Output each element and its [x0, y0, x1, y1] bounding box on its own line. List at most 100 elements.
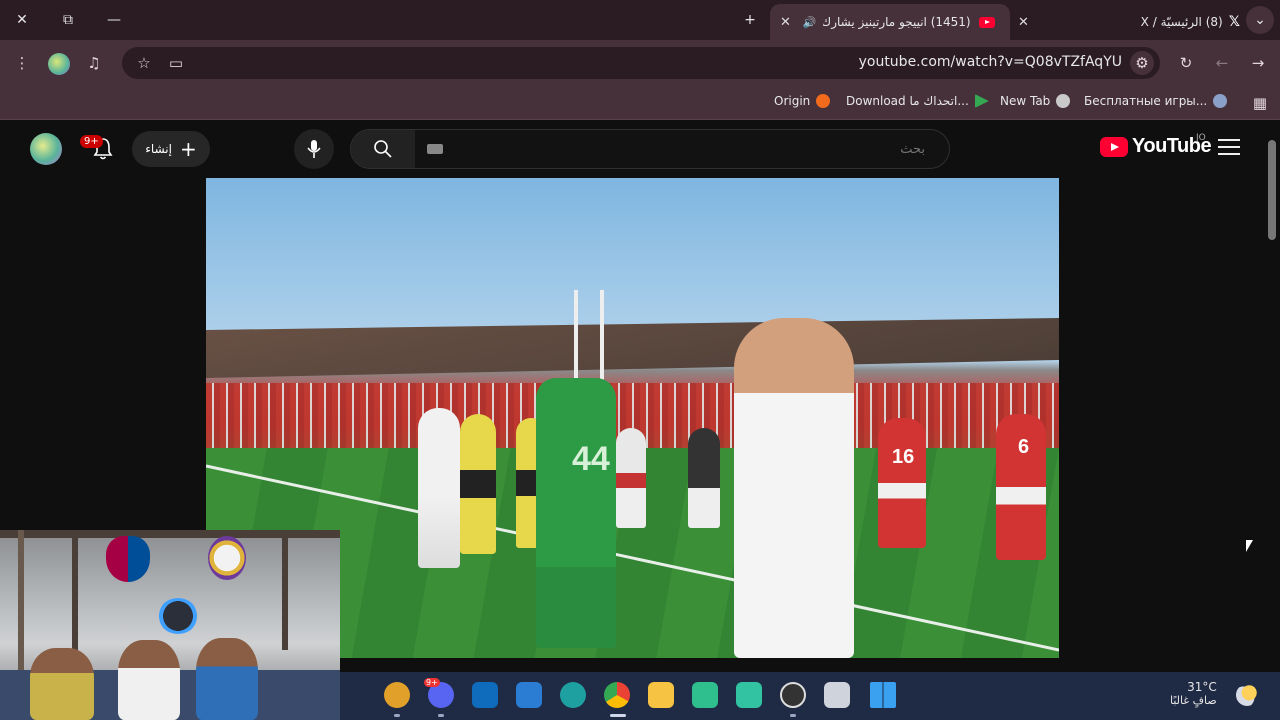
bookmark-origin[interactable]: Origin — [774, 94, 831, 108]
youtube-favicon-icon — [978, 16, 995, 28]
jersey-number: 44 — [572, 440, 610, 478]
task-view-icon[interactable] — [824, 682, 850, 708]
tab-x[interactable]: ✕ (8) الرئيسيّة / X 𝕏 — [1010, 4, 1240, 40]
chrome-canary-icon[interactable] — [384, 682, 410, 708]
search-box — [350, 129, 950, 169]
bookmark-label: New Tab — [1000, 94, 1051, 108]
windows-taskbar: 9+ — [340, 672, 1280, 720]
scrollbar-thumb[interactable] — [1268, 140, 1276, 240]
play-store-icon — [974, 94, 989, 108]
bookmark-download[interactable]: Download اتحداك ما... — [846, 94, 989, 108]
youtube-play-icon — [1100, 136, 1128, 157]
media-control-icon[interactable]: ♫ — [82, 51, 106, 75]
channel-logo-icon — [158, 598, 198, 634]
tab-title: (1451) انييجو مارتينيز يشارك — [822, 15, 971, 29]
filmora-icon[interactable] — [692, 682, 718, 708]
browser-title-bar: ✕ ⧉ — + ✕ 🔊 (1451) انييجو مارتينيز يشارك… — [0, 0, 1280, 40]
microphone-icon — [307, 140, 321, 158]
create-button[interactable]: إنشاء + — [132, 131, 210, 167]
mouse-cursor-icon — [1246, 540, 1253, 552]
gear-icon — [1213, 94, 1228, 108]
jersey-number: 6 — [1018, 436, 1030, 458]
account-avatar[interactable] — [30, 133, 62, 165]
omnibox[interactable]: ☆ ▭ youtube.com/watch?v=Q08vTZfAqYU ⚙ — [122, 47, 1160, 79]
bookmarks-bar: Origin Download اتحداك ما... New Tab Бес… — [0, 86, 1280, 120]
partly-sunny-icon — [1236, 684, 1258, 706]
bookmark-label: Бесплатные игры... — [1084, 94, 1208, 108]
audio-playing-icon[interactable]: 🔊 — [803, 16, 817, 29]
cast-icon[interactable]: ▭ — [164, 51, 188, 75]
site-settings-icon[interactable]: ⚙ — [1130, 51, 1154, 75]
real-madrid-crest-icon — [208, 536, 246, 580]
player-red-16 — [878, 418, 926, 548]
browser-toolbar: ⋮ ♫ ☆ ▭ youtube.com/watch?v=Q08vTZfAqYU … — [0, 40, 1280, 86]
shelf — [282, 530, 288, 650]
bookmark-free-games[interactable]: Бесплатные игры... — [1084, 94, 1228, 108]
running-indicator — [438, 714, 444, 717]
active-indicator — [610, 714, 626, 717]
search-icon — [374, 140, 392, 158]
country-code: JO — [1196, 133, 1206, 143]
globe-icon — [1056, 94, 1071, 108]
youtube-header: 9+ إنشاء + YouTube JO — [0, 121, 1266, 177]
chrome-icon[interactable] — [604, 682, 630, 708]
bookmark-new-tab[interactable]: New Tab — [1000, 94, 1071, 108]
weather-description: صافٍ غالبًا — [1170, 694, 1217, 707]
goalkeeper-green — [536, 378, 616, 648]
weather-temperature: 31°C — [1187, 680, 1217, 694]
search-button[interactable] — [351, 130, 415, 168]
youtube-logo[interactable]: YouTube — [1100, 135, 1212, 158]
player-red-striped — [616, 428, 646, 528]
url-text[interactable]: youtube.com/watch?v=Q08vTZfAqYU — [859, 54, 1122, 70]
voice-search-button[interactable] — [294, 129, 334, 169]
search-input[interactable] — [421, 130, 931, 168]
jersey-number: 16 — [892, 446, 915, 468]
notification-count-badge: 9+ — [80, 135, 103, 148]
tab-search-icon[interactable]: ⌄ — [1246, 6, 1274, 34]
goalkeeper-grey — [688, 428, 720, 528]
desktop-screen: ✕ ⧉ — + ✕ 🔊 (1451) انييجو مارتينيز يشارك… — [0, 0, 1280, 720]
restore-window-icon[interactable]: ⧉ — [54, 6, 82, 34]
reload-icon[interactable]: ↻ — [1174, 51, 1198, 75]
bookmark-label: Origin — [774, 94, 811, 108]
minimize-window-icon[interactable]: — — [100, 6, 128, 34]
barcelona-crest-icon — [106, 536, 150, 582]
origin-icon — [816, 94, 831, 108]
windows-start-icon[interactable] — [870, 682, 896, 708]
microsoft-store-icon[interactable] — [516, 682, 542, 708]
x-favicon-icon: 𝕏 — [1228, 14, 1240, 30]
player-foreground-white — [734, 318, 854, 658]
edge-icon[interactable] — [560, 682, 586, 708]
plus-icon: + — [179, 137, 197, 161]
host-left — [30, 648, 94, 720]
streamlabs-icon[interactable] — [736, 682, 762, 708]
player-white-1 — [418, 408, 460, 568]
forward-icon[interactable]: → — [1246, 51, 1270, 75]
webcam-overlay — [0, 530, 340, 720]
bookmark-label: Download اتحداك ما... — [846, 94, 969, 108]
tab-youtube[interactable]: ✕ 🔊 (1451) انييجو مارتينيز يشارك — [770, 4, 1010, 40]
guide-menu-icon[interactable] — [1218, 139, 1240, 157]
referee — [460, 414, 496, 554]
host-right — [196, 638, 258, 720]
close-window-icon[interactable]: ✕ — [8, 6, 36, 34]
close-tab-icon[interactable]: ✕ — [1018, 15, 1029, 30]
discord-badge: 9+ — [424, 678, 440, 687]
back-icon[interactable]: ← — [1210, 51, 1234, 75]
outlook-icon[interactable] — [472, 682, 498, 708]
host-center — [118, 640, 180, 720]
new-tab-icon[interactable]: + — [736, 6, 764, 34]
obs-icon[interactable] — [780, 682, 806, 708]
apps-grid-icon[interactable]: ▦ — [1248, 91, 1272, 115]
menu-dots-icon[interactable]: ⋮ — [10, 51, 34, 75]
close-tab-icon[interactable]: ✕ — [780, 15, 791, 30]
weather-widget[interactable]: 31°C صافٍ غالبًا — [1170, 680, 1217, 707]
profile-avatar[interactable] — [48, 53, 70, 75]
shelf — [0, 530, 340, 538]
file-explorer-icon[interactable] — [648, 682, 674, 708]
create-label: إنشاء — [145, 142, 172, 156]
running-indicator — [790, 714, 796, 717]
tab-title: (8) الرئيسيّة / X — [1140, 15, 1223, 29]
bookmark-star-icon[interactable]: ☆ — [132, 51, 156, 75]
running-indicator — [394, 714, 400, 717]
